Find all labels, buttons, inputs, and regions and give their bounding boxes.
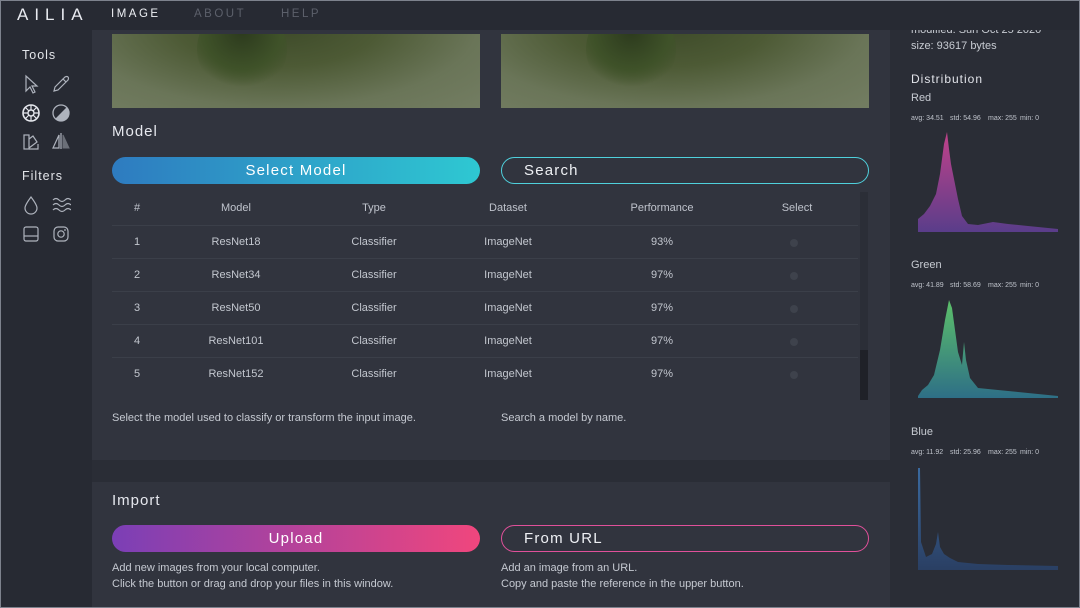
table-row[interactable]: 3 ResNet50 Classifier ImageNet 97%	[112, 291, 858, 324]
blue-avg: avg: 11.92	[911, 449, 944, 456]
waves-icon[interactable]	[51, 195, 71, 215]
green-std: std: 58.69	[950, 282, 981, 289]
import-title: Import	[112, 492, 161, 509]
cell-model: ResNet18	[211, 236, 261, 248]
cell-model: ResNet101	[208, 335, 264, 347]
cell-num: 3	[133, 302, 141, 314]
upload-description-line: Click the button or drag and drop your f…	[112, 578, 394, 590]
from-url-button[interactable]: From URL	[501, 525, 869, 552]
tilt-shift-icon[interactable]	[21, 224, 41, 244]
cell-num: 5	[133, 368, 141, 380]
select-radio[interactable]	[790, 272, 798, 280]
select-model-button[interactable]: Select Model	[112, 157, 480, 184]
cell-num: 2	[133, 269, 141, 281]
cell-dataset: ImageNet	[484, 335, 532, 347]
cell-performance: 97%	[650, 302, 674, 314]
col-header-select: Select	[781, 202, 813, 214]
col-header-num: #	[133, 202, 141, 214]
col-header-performance: Performance	[630, 202, 694, 214]
palette-icon[interactable]	[21, 131, 41, 151]
col-header-dataset: Dataset	[489, 202, 527, 214]
cell-type: Classifier	[351, 368, 397, 380]
search-button[interactable]: Search	[501, 157, 869, 184]
table-scrollbar-thumb[interactable]	[860, 350, 868, 400]
cell-num: 4	[133, 335, 141, 347]
cell-performance: 97%	[650, 368, 674, 380]
upload-description: Add new images from your local computer.…	[112, 560, 393, 592]
cell-dataset: ImageNet	[484, 269, 532, 281]
cell-performance: 97%	[650, 269, 674, 281]
color-wheel-icon[interactable]	[21, 103, 41, 123]
table-row[interactable]: 2 ResNet34 Classifier ImageNet 97%	[112, 258, 858, 291]
instagram-icon[interactable]	[51, 224, 71, 244]
upload-description-line: Add new images from your local computer.	[112, 562, 320, 574]
green-min: min: 0	[1020, 282, 1040, 289]
col-header-model: Model	[221, 202, 251, 214]
cell-type: Classifier	[351, 236, 397, 248]
cell-model: ResNet34	[211, 269, 261, 281]
channel-name-green: Green	[911, 259, 942, 271]
select-radio[interactable]	[790, 371, 798, 379]
filters-title: Filters	[22, 169, 64, 183]
processed-image	[501, 34, 869, 108]
original-image	[112, 34, 480, 108]
select-radio[interactable]	[790, 239, 798, 247]
cell-type: Classifier	[351, 269, 397, 281]
cell-dataset: ImageNet	[484, 302, 532, 314]
symmetry-icon[interactable]	[51, 131, 71, 151]
drop-icon[interactable]	[21, 195, 41, 215]
red-avg: avg: 34.51	[911, 115, 944, 122]
channel-name-red: Red	[911, 92, 932, 104]
cell-type: Classifier	[351, 335, 397, 347]
cell-model: ResNet152	[208, 368, 264, 380]
blue-histogram	[918, 468, 1058, 570]
model-title: Model	[112, 123, 158, 140]
red-min: min: 0	[1020, 115, 1040, 122]
cell-performance: 97%	[650, 335, 674, 347]
url-description-line: Copy and paste the reference in the uppe…	[501, 578, 744, 590]
cell-dataset: ImageNet	[484, 236, 532, 248]
url-description: Add an image from an URL. Copy and paste…	[501, 560, 744, 592]
green-avg: avg: 41.89	[911, 282, 944, 289]
contrast-icon[interactable]	[51, 103, 71, 123]
search-description: Search a model by name.	[501, 412, 627, 424]
red-histogram	[918, 132, 1058, 232]
left-sidebar	[0, 30, 92, 608]
tools-title: Tools	[22, 48, 57, 62]
distribution-title: Distribution	[911, 72, 984, 86]
app-logo[interactable]: AILIA	[17, 5, 89, 25]
channel-name-blue: Blue	[911, 426, 934, 438]
col-header-type: Type	[362, 202, 386, 214]
blue-max: max: 255	[988, 449, 1017, 456]
nav-image[interactable]: IMAGE	[111, 8, 161, 20]
blue-min: min: 0	[1020, 449, 1040, 456]
select-radio[interactable]	[790, 338, 798, 346]
cell-num: 1	[133, 236, 141, 248]
cell-model: ResNet50	[211, 302, 261, 314]
file-size: size: 93617 bytes	[911, 40, 997, 52]
cell-dataset: ImageNet	[484, 368, 532, 380]
eyedropper-icon[interactable]	[51, 74, 71, 94]
cell-performance: 93%	[650, 236, 674, 248]
cell-type: Classifier	[351, 302, 397, 314]
table-row[interactable]: 1 ResNet18 Classifier ImageNet 93%	[112, 225, 858, 258]
select-radio[interactable]	[790, 305, 798, 313]
green-max: max: 255	[988, 282, 1017, 289]
red-std: std: 54.96	[950, 115, 981, 122]
select-model-description: Select the model used to classify or tra…	[112, 412, 416, 424]
table-row[interactable]: 4 ResNet101 Classifier ImageNet 97%	[112, 324, 858, 357]
red-max: max: 255	[988, 115, 1017, 122]
green-histogram	[918, 300, 1058, 398]
url-description-line: Add an image from an URL.	[501, 562, 638, 574]
nav-about[interactable]: ABOUT	[194, 8, 246, 20]
top-nav-bar: AILIA IMAGE ABOUT HELP	[0, 0, 1080, 30]
blue-std: std: 25.96	[950, 449, 981, 456]
cursor-icon[interactable]	[21, 74, 41, 94]
upload-button[interactable]: Upload	[112, 525, 480, 552]
nav-help[interactable]: HELP	[281, 8, 321, 20]
table-row[interactable]: 5 ResNet152 Classifier ImageNet 97%	[112, 357, 858, 390]
